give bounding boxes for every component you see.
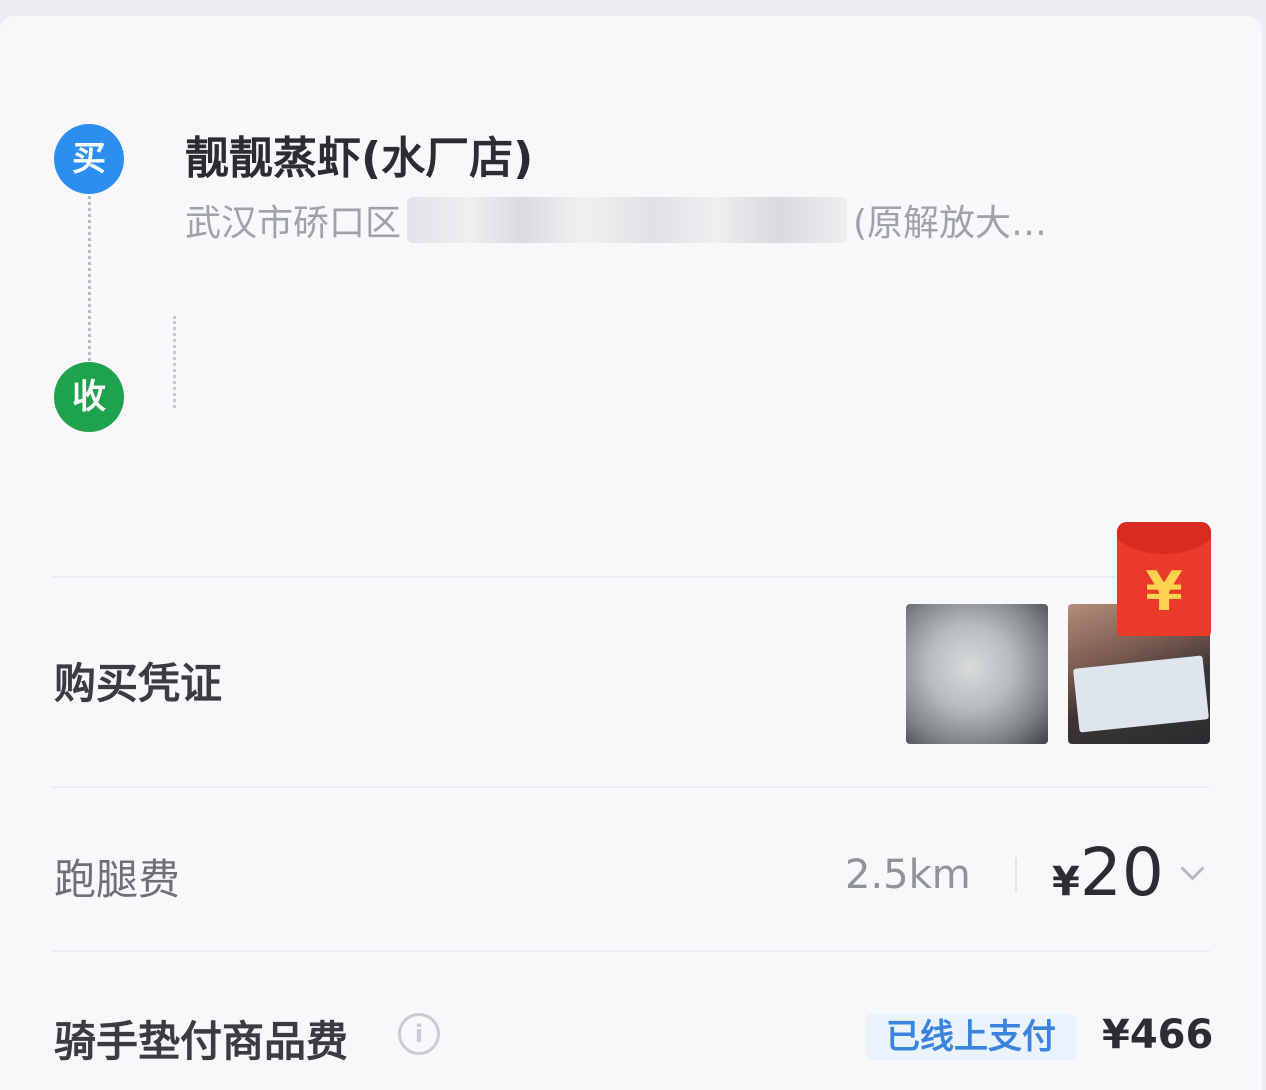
delivery-fee-amount[interactable]: ¥20 bbox=[1052, 834, 1164, 911]
info-icon[interactable]: i bbox=[398, 1013, 440, 1055]
divider bbox=[52, 950, 1210, 952]
order-card: 买 收 靓靓蒸虾(水厂店) 武汉市硚口区 (原解放大… bbox=[0, 16, 1262, 1090]
receive-point-marker: 收 bbox=[54, 362, 124, 432]
red-packet-flap bbox=[1117, 522, 1211, 554]
delivery-distance: 2.5km bbox=[845, 852, 971, 898]
route-line bbox=[88, 196, 91, 361]
shop-address[interactable]: 武汉市硚口区 (原解放大… bbox=[185, 194, 1047, 246]
fee-separator bbox=[1015, 858, 1017, 892]
currency-symbol: ¥ bbox=[1052, 859, 1080, 905]
buy-point-marker: 买 bbox=[54, 124, 124, 194]
shop-address-prefix: 武汉市硚口区 bbox=[185, 203, 402, 244]
paid-online-badge: 已线上支付 bbox=[866, 1014, 1076, 1060]
red-packet-icon[interactable]: ¥ bbox=[1117, 522, 1211, 636]
delivery-fee-label: 跑腿费 bbox=[54, 855, 181, 904]
route-divider-dots bbox=[173, 316, 176, 408]
divider bbox=[52, 786, 1210, 788]
shop-address-suffix: (原解放大… bbox=[853, 203, 1048, 244]
delivery-fee-value: 20 bbox=[1079, 834, 1164, 911]
purchase-proof-label: 购买凭证 bbox=[54, 659, 223, 708]
shop-name[interactable]: 靓靓蒸虾(水厂店) bbox=[185, 122, 533, 186]
proof-photo-thumbnail[interactable] bbox=[906, 604, 1048, 744]
red-packet-yen-symbol: ¥ bbox=[1145, 560, 1183, 623]
divider bbox=[52, 576, 1210, 578]
receipt-paper bbox=[1073, 655, 1209, 733]
goods-fee-label: 骑手垫付商品费 bbox=[54, 1017, 349, 1066]
address-redacted-blur bbox=[407, 197, 848, 243]
goods-fee-amount: ¥466 bbox=[1102, 1012, 1214, 1058]
